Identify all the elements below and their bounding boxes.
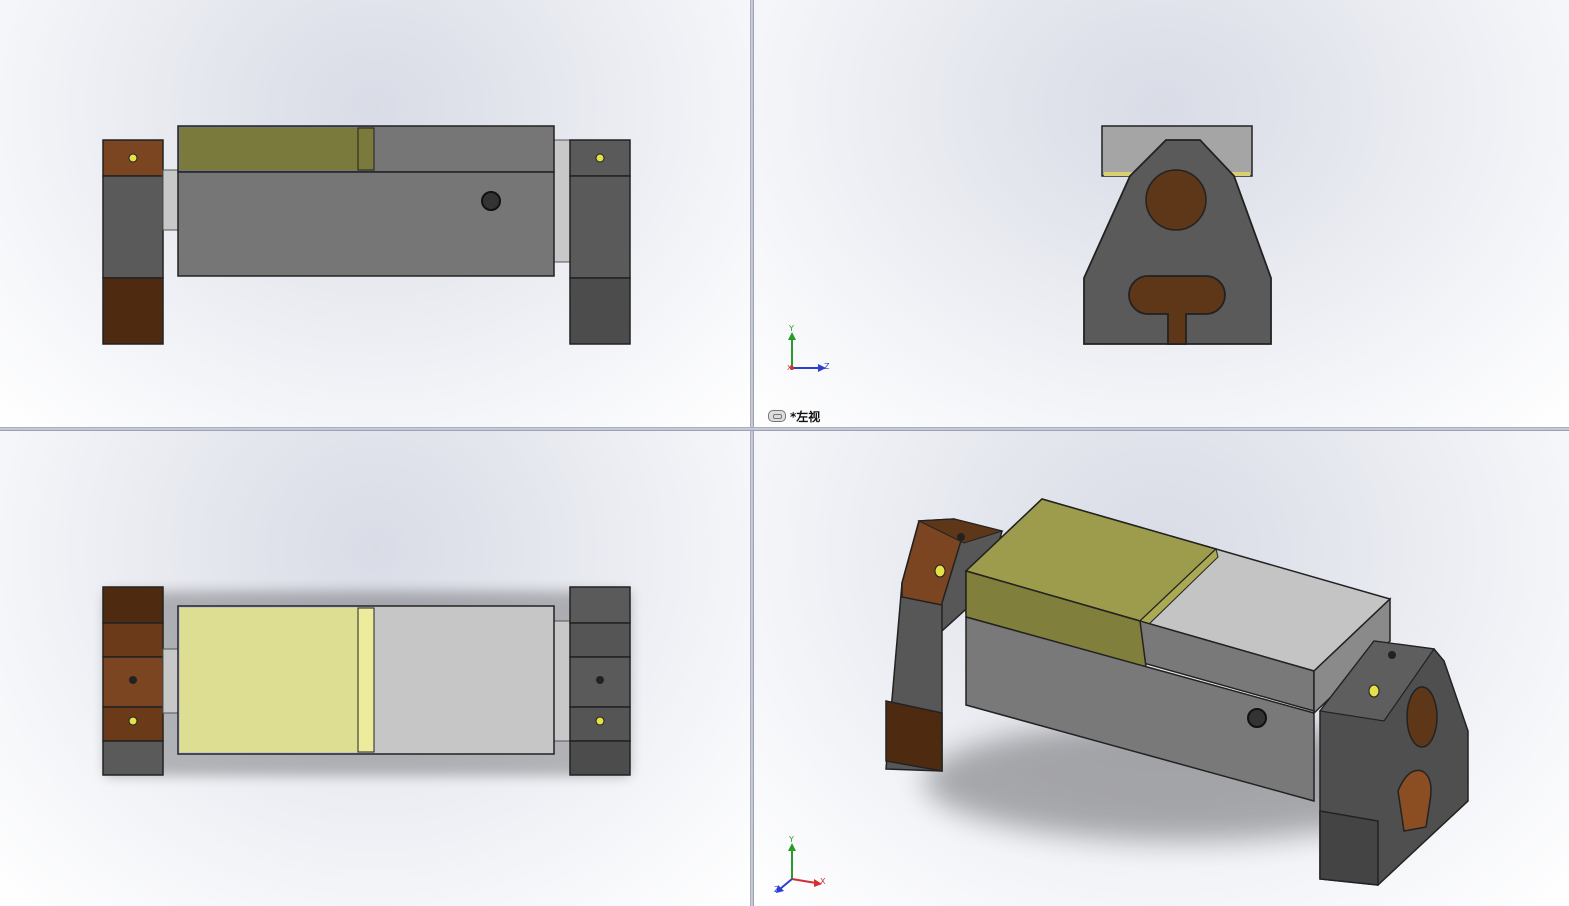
left-bracket [102, 139, 164, 345]
right-bracket [569, 139, 631, 345]
triad-y-label-iso: Y [789, 835, 794, 844]
link-icon[interactable] [768, 410, 786, 422]
viewport-front[interactable] [0, 0, 750, 427]
viewport-isometric[interactable]: Y Z X [754, 431, 1569, 906]
main-body [177, 125, 555, 277]
triad-y-label: Y [789, 324, 794, 333]
triad-x-label-iso: X [820, 877, 826, 886]
left-view-drawing [1083, 125, 1272, 345]
left-bracket-top [102, 586, 164, 776]
triad-z-label: Z [824, 362, 830, 371]
viewport-left-view[interactable]: Y Z X *左视 [754, 0, 1569, 427]
front-view-drawing [102, 125, 631, 345]
main-body-top [177, 605, 555, 755]
viewport-top-view[interactable] [0, 431, 750, 906]
horizontal-splitter[interactable] [0, 427, 1569, 431]
shaft-right [553, 139, 571, 263]
view-name-text: *左视 [790, 409, 821, 424]
coordinate-triad-icon: Y Z X [784, 324, 834, 378]
top-view-drawing [102, 586, 631, 776]
coordinate-triad-icon-iso: Y Z X [774, 835, 830, 897]
view-name-label: *左视 [768, 408, 820, 424]
triad-x-label: X [787, 364, 792, 372]
vertical-splitter[interactable] [750, 0, 754, 906]
triad-z-label-iso: Z [774, 885, 780, 894]
right-bracket-top [569, 586, 631, 776]
isometric-drawing [885, 498, 1469, 886]
shaft-left [162, 169, 180, 231]
